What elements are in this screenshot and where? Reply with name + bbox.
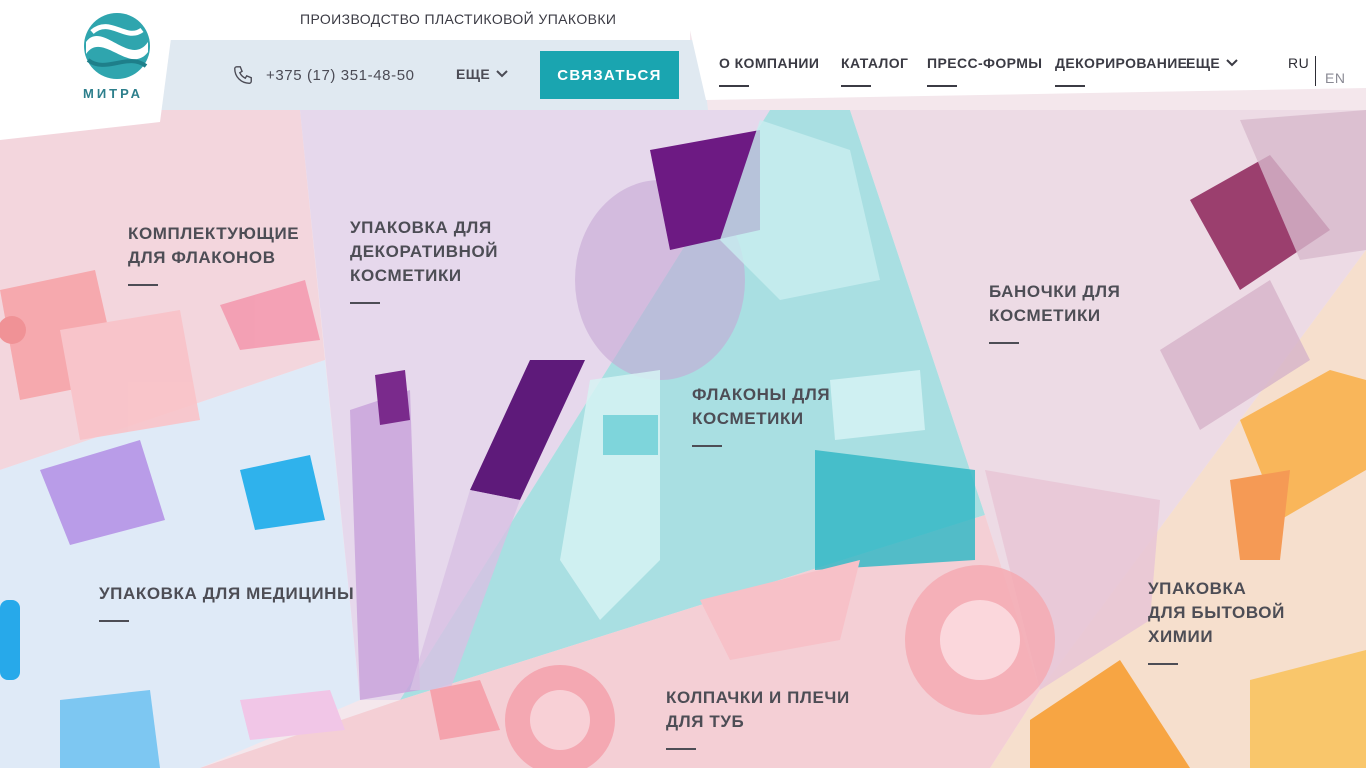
nav-underline bbox=[841, 85, 871, 87]
category-components[interactable]: КОМПЛЕКТУЮЩИЕ ДЛЯ ФЛАКОНОВ bbox=[128, 222, 299, 286]
lang-ru[interactable]: RU bbox=[1288, 55, 1309, 71]
category-label-line: ДЛЯ ФЛАКОНОВ bbox=[128, 248, 276, 267]
logo-text: МИТРА bbox=[83, 86, 144, 101]
category-label-line: КОСМЕТИКИ bbox=[989, 306, 1101, 325]
category-dash bbox=[99, 620, 129, 622]
nav-item-decorating[interactable]: ДЕКОРИРОВАНИЕ bbox=[1055, 55, 1187, 87]
chevron-down-icon bbox=[1226, 59, 1238, 67]
nav-underline bbox=[719, 85, 749, 87]
nav-more-label: ЕЩЕ bbox=[1186, 55, 1221, 71]
nav-underline bbox=[927, 85, 957, 87]
category-dash bbox=[989, 342, 1019, 344]
category-label-line: ФЛАКОНЫ ДЛЯ bbox=[692, 385, 831, 404]
chevron-down-icon bbox=[496, 70, 508, 78]
nav-item-label: КАТАЛОГ bbox=[841, 55, 909, 71]
category-label-line: КОЛПАЧКИ И ПЛЕЧИ bbox=[666, 688, 850, 707]
category-dash bbox=[692, 445, 722, 447]
phone-icon bbox=[234, 66, 252, 84]
category-cosmetic-bottles[interactable]: ФЛАКОНЫ ДЛЯ КОСМЕТИКИ bbox=[692, 383, 830, 447]
phone-contact[interactable]: +375 (17) 351-48-50 bbox=[232, 64, 415, 86]
category-label-line: УПАКОВКА bbox=[1148, 579, 1247, 598]
category-medicine[interactable]: УПАКОВКА ДЛЯ МЕДИЦИНЫ bbox=[99, 582, 354, 622]
category-label-line: УПАКОВКА ДЛЯ bbox=[350, 218, 492, 237]
nav-item-about[interactable]: О КОМПАНИИ bbox=[719, 55, 819, 87]
category-label-line: ДЕКОРАТИВНОЙ bbox=[350, 242, 499, 261]
category-tube-caps[interactable]: КОЛПАЧКИ И ПЛЕЧИ ДЛЯ ТУБ bbox=[666, 686, 850, 750]
nav-more-dropdown[interactable]: ЕЩЕ bbox=[1186, 55, 1238, 71]
header-more-dropdown[interactable]: ЕЩЕ bbox=[456, 66, 508, 82]
category-label-line: ДЛЯ БЫТОВОЙ bbox=[1148, 603, 1285, 622]
category-label-line: БАНОЧКИ ДЛЯ bbox=[989, 282, 1121, 301]
category-label-line: КОСМЕТИКИ bbox=[692, 409, 804, 428]
lang-divider bbox=[1315, 56, 1316, 86]
category-cosmetic-jars[interactable]: БАНОЧКИ ДЛЯ КОСМЕТИКИ bbox=[989, 280, 1120, 344]
nav-item-label: ПРЕСС-ФОРМЫ bbox=[927, 55, 1043, 71]
nav-item-label: ДЕКОРИРОВАНИЕ bbox=[1055, 55, 1188, 71]
logo-mark-icon bbox=[84, 13, 150, 79]
category-household-chemicals[interactable]: УПАКОВКА ДЛЯ БЫТОВОЙ ХИМИИ bbox=[1148, 577, 1285, 665]
category-dash bbox=[128, 284, 158, 286]
nav-underline bbox=[1055, 85, 1085, 87]
category-decorative-cosmetics[interactable]: УПАКОВКА ДЛЯ ДЕКОРАТИВНОЙ КОСМЕТИКИ bbox=[350, 216, 498, 304]
category-label-line: ДЛЯ ТУБ bbox=[666, 712, 745, 731]
category-dash bbox=[666, 748, 696, 750]
category-label-line: КОСМЕТИКИ bbox=[350, 266, 462, 285]
category-dash bbox=[1148, 663, 1178, 665]
phone-number[interactable]: +375 (17) 351-48-50 bbox=[266, 67, 415, 84]
category-label-line: КОМПЛЕКТУЮЩИЕ bbox=[128, 224, 300, 243]
category-label-line: УПАКОВКА ДЛЯ МЕДИЦИНЫ bbox=[99, 584, 355, 603]
category-dash bbox=[350, 302, 380, 304]
nav-item-catalog[interactable]: КАТАЛОГ bbox=[841, 55, 908, 87]
lang-en[interactable]: EN bbox=[1325, 70, 1345, 86]
contact-button[interactable]: СВЯЗАТЬСЯ bbox=[540, 51, 679, 99]
category-label-line: ХИМИИ bbox=[1148, 627, 1214, 646]
nav-item-label: О КОМПАНИИ bbox=[719, 55, 820, 71]
header-more-label: ЕЩЕ bbox=[456, 66, 491, 82]
nav-item-molds[interactable]: ПРЕСС-ФОРМЫ bbox=[927, 55, 1042, 87]
site-tagline: ПРОИЗВОДСТВО ПЛАСТИКОВОЙ УПАКОВКИ bbox=[300, 11, 617, 27]
